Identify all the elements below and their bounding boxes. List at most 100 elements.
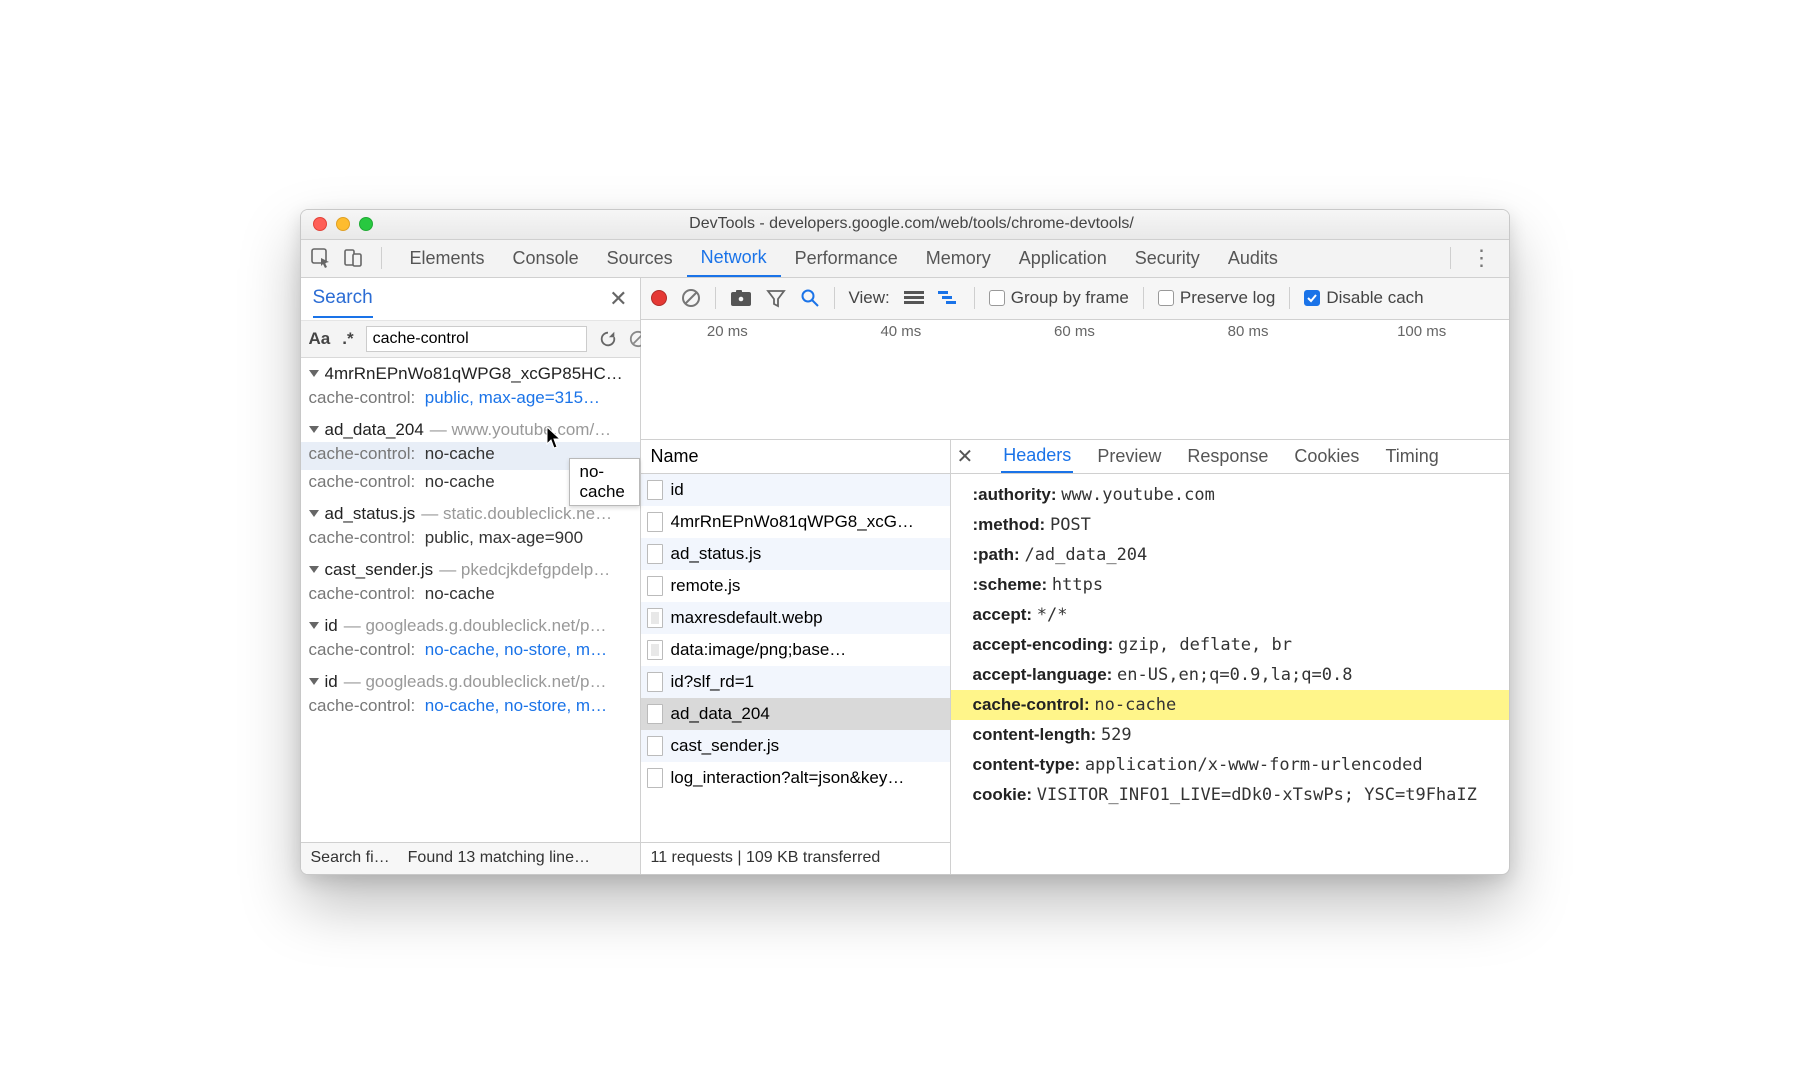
traffic-lights	[313, 217, 373, 231]
search-result-file[interactable]: ad_data_204 — www.youtube.com/…	[301, 414, 640, 442]
maximize-window-button[interactable]	[359, 217, 373, 231]
view-waterfall-icon[interactable]	[938, 290, 960, 306]
request-name: ad_status.js	[671, 544, 762, 564]
request-detail: ✕ Headers Preview Response Cookies Timing :a…	[951, 440, 1509, 874]
search-result-line[interactable]: cache-control: no-cache, no-store, m…	[301, 638, 640, 666]
group-by-frame-label: Group by frame	[1011, 288, 1129, 308]
regex-toggle[interactable]: .*	[342, 329, 353, 349]
request-name: remote.js	[671, 576, 741, 596]
network-timeline[interactable]: 20 ms40 ms60 ms80 ms100 ms	[641, 320, 1509, 440]
file-icon	[647, 672, 663, 692]
request-name: log_interaction?alt=json&key…	[671, 768, 905, 788]
search-result-file[interactable]: id — googleads.g.doubleclick.net/p…	[301, 610, 640, 638]
header-row[interactable]: :path: /ad_data_204	[951, 540, 1509, 570]
search-results: 4mrRnEPnWo81qWPG8_xcGP85HC…cache-control…	[301, 358, 640, 842]
detail-tab-headers[interactable]: Headers	[1001, 439, 1073, 473]
header-row[interactable]: :scheme: https	[951, 570, 1509, 600]
detail-tab-timing[interactable]: Timing	[1383, 439, 1440, 473]
header-row[interactable]: :method: POST	[951, 510, 1509, 540]
request-row[interactable]: log_interaction?alt=json&key…	[641, 762, 950, 794]
more-options-icon[interactable]: ⋮	[1465, 245, 1499, 271]
record-button[interactable]	[651, 290, 667, 306]
chevron-down-icon	[309, 678, 319, 685]
tab-sources[interactable]: Sources	[593, 239, 687, 277]
request-row[interactable]: ad_data_204	[641, 698, 950, 730]
tab-application[interactable]: Application	[1005, 239, 1121, 277]
header-row[interactable]: :authority: www.youtube.com	[951, 480, 1509, 510]
search-result-line[interactable]: cache-control: public, max-age=900	[301, 526, 640, 554]
preserve-log-label: Preserve log	[1180, 288, 1275, 308]
request-row[interactable]: data:image/png;base…	[641, 634, 950, 666]
header-row[interactable]: accept-encoding: gzip, deflate, br	[951, 630, 1509, 660]
header-row[interactable]: accept: */*	[951, 600, 1509, 630]
tab-audits[interactable]: Audits	[1214, 239, 1292, 277]
preserve-log-toggle[interactable]: Preserve log	[1158, 288, 1275, 308]
chevron-down-icon	[309, 622, 319, 629]
file-icon	[647, 480, 663, 500]
detail-tab-preview[interactable]: Preview	[1095, 439, 1163, 473]
request-name: 4mrRnEPnWo81qWPG8_xcG…	[671, 512, 914, 532]
request-name: ad_data_204	[671, 704, 770, 724]
disable-cache-label: Disable cach	[1326, 288, 1423, 308]
close-window-button[interactable]	[313, 217, 327, 231]
detail-tab-response[interactable]: Response	[1185, 439, 1270, 473]
search-result-line[interactable]: cache-control: no-cache, no-store, m…	[301, 694, 640, 722]
tab-network[interactable]: Network	[687, 239, 781, 277]
device-toolbar-icon[interactable]	[343, 248, 363, 268]
search-result-file[interactable]: id — googleads.g.doubleclick.net/p…	[301, 666, 640, 694]
name-column-header[interactable]: Name	[641, 440, 950, 474]
disable-cache-toggle[interactable]: Disable cach	[1304, 288, 1423, 308]
view-large-rows-icon[interactable]	[904, 290, 924, 306]
request-row[interactable]: remote.js	[641, 570, 950, 602]
filter-icon[interactable]	[766, 288, 786, 308]
clear-log-icon[interactable]	[681, 288, 701, 308]
header-row[interactable]: content-length: 529	[951, 720, 1509, 750]
header-row[interactable]: cache-control: no-cache	[951, 690, 1509, 720]
file-icon	[647, 544, 663, 564]
capture-screenshots-icon[interactable]	[730, 289, 752, 307]
search-input[interactable]	[366, 326, 587, 352]
timeline-tick: 80 ms	[1161, 323, 1335, 340]
tab-elements[interactable]: Elements	[396, 239, 499, 277]
search-footer: Search fi… Found 13 matching line…	[301, 842, 640, 874]
tab-security[interactable]: Security	[1121, 239, 1214, 277]
timeline-tick: 20 ms	[641, 323, 815, 340]
file-icon	[647, 704, 663, 724]
timeline-tick: 100 ms	[1335, 323, 1509, 340]
tab-memory[interactable]: Memory	[912, 239, 1005, 277]
request-name: data:image/png;base…	[671, 640, 847, 660]
tab-performance[interactable]: Performance	[781, 239, 912, 277]
search-footer-right: Found 13 matching line…	[408, 849, 590, 867]
close-detail-icon[interactable]: ✕	[957, 444, 974, 469]
network-pane: View: Group by frame Preserve log	[641, 278, 1509, 874]
file-icon	[647, 576, 663, 596]
request-row[interactable]: cast_sender.js	[641, 730, 950, 762]
request-row[interactable]: 4mrRnEPnWo81qWPG8_xcG…	[641, 506, 950, 538]
refresh-icon[interactable]	[599, 330, 617, 348]
file-icon	[647, 640, 663, 660]
header-row[interactable]: cookie: VISITOR_INFO1_LIVE=dDk0-xTswPs; …	[951, 780, 1509, 810]
request-name: id	[671, 480, 684, 500]
close-icon[interactable]: ✕	[609, 286, 627, 312]
request-row[interactable]: id	[641, 474, 950, 506]
search-result-file[interactable]: 4mrRnEPnWo81qWPG8_xcGP85HC…	[301, 358, 640, 386]
request-row[interactable]: id?slf_rd=1	[641, 666, 950, 698]
tab-console[interactable]: Console	[499, 239, 593, 277]
search-result-line[interactable]: cache-control: no-cache	[301, 582, 640, 610]
cursor-arrow-icon	[546, 426, 564, 450]
search-result-line[interactable]: cache-control: public, max-age=315…	[301, 386, 640, 414]
inspect-element-icon[interactable]	[311, 248, 331, 268]
request-row[interactable]: ad_status.js	[641, 538, 950, 570]
minimize-window-button[interactable]	[336, 217, 350, 231]
search-result-file[interactable]: cast_sender.js — pkedcjkdefgpdelp…	[301, 554, 640, 582]
match-case-toggle[interactable]: Aa	[309, 329, 331, 349]
timeline-tick: 40 ms	[814, 323, 988, 340]
header-row[interactable]: content-type: application/x-www-form-url…	[951, 750, 1509, 780]
file-icon	[647, 736, 663, 756]
search-icon[interactable]	[800, 288, 820, 308]
header-row[interactable]: accept-language: en-US,en;q=0.9,la;q=0.8	[951, 660, 1509, 690]
titlebar: DevTools - developers.google.com/web/too…	[301, 210, 1509, 240]
detail-tab-cookies[interactable]: Cookies	[1292, 439, 1361, 473]
group-by-frame-toggle[interactable]: Group by frame	[989, 288, 1129, 308]
request-row[interactable]: maxresdefault.webp	[641, 602, 950, 634]
